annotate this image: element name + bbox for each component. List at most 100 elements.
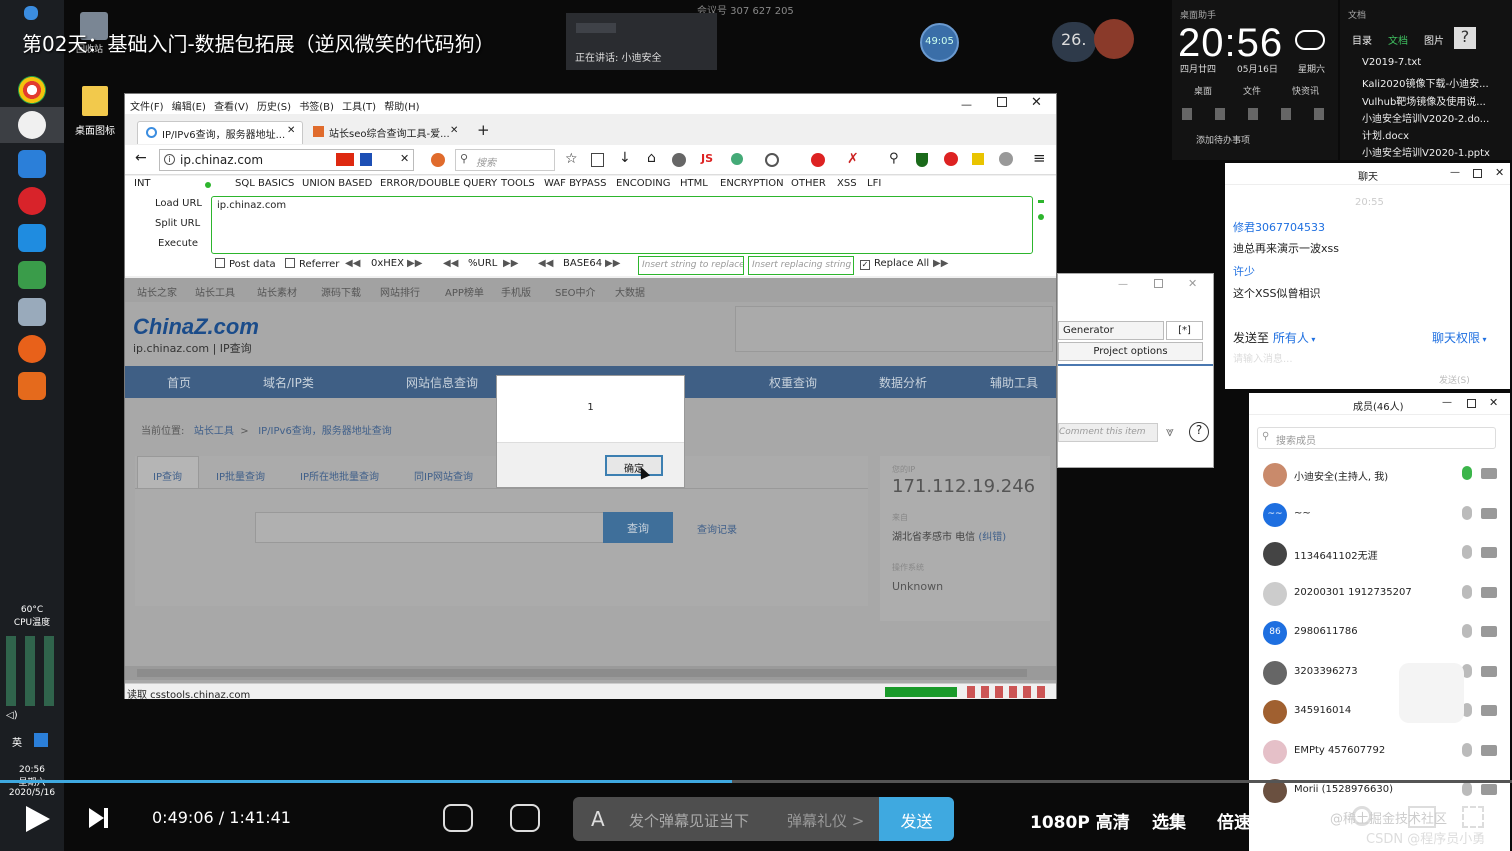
opera-icon[interactable]: [18, 187, 46, 215]
menu-help[interactable]: 帮助(H): [384, 98, 419, 113]
docs-tab-toc[interactable]: 目录: [1352, 32, 1372, 47]
member-row[interactable]: 小迪安全(主持人, 我): [1249, 455, 1510, 494]
close-button[interactable]: ✕: [1031, 95, 1042, 110]
menu-view[interactable]: 查看(V): [214, 98, 249, 113]
assistant-toolbar[interactable]: [1182, 108, 1332, 120]
url-decode-arrow[interactable]: ◀◀: [443, 258, 458, 269]
stop-icon[interactable]: ✕: [400, 152, 409, 165]
tab-seo-query[interactable]: 站长seo综合查询工具-爱...: [305, 121, 455, 144]
docs-tab-docs[interactable]: 文档: [1388, 32, 1408, 47]
docs-tab-images[interactable]: 图片: [1424, 32, 1444, 47]
next-icon[interactable]: [89, 808, 104, 828]
video-play-overlay-icon[interactable]: [1399, 663, 1464, 723]
hackbar-union-based[interactable]: UNION BASED: [302, 178, 372, 189]
chat-maximize[interactable]: [1473, 169, 1482, 178]
nav-data-analysis[interactable]: 数据分析: [879, 374, 927, 391]
burp-icon[interactable]: [18, 298, 46, 326]
top-link[interactable]: 站长之家: [137, 284, 177, 299]
desktop-folder-icon[interactable]: [82, 86, 108, 116]
replace-to-input[interactable]: Insert replacing string: [748, 256, 854, 275]
replace-from-input[interactable]: Insert string to replace: [638, 256, 744, 275]
member-search-input[interactable]: ⚲ 搜索成员: [1257, 427, 1496, 449]
danmu-settings-icon[interactable]: [510, 804, 540, 832]
win2-minimize[interactable]: —: [1118, 279, 1128, 290]
dropdown-icon[interactable]: ⩔: [1166, 424, 1174, 440]
add-todo[interactable]: 添加待办事项: [1196, 133, 1250, 146]
menu-bookmarks[interactable]: 书签(B): [299, 98, 334, 113]
notepad-icon[interactable]: [18, 261, 46, 289]
load-url-button[interactable]: Load URL: [155, 198, 202, 209]
zoom-icon[interactable]: ⚲: [889, 151, 899, 166]
nav-home[interactable]: 首页: [167, 374, 191, 391]
danmu-toggle-icon[interactable]: [443, 804, 473, 832]
member-row[interactable]: 1134641102无涯: [1249, 534, 1510, 573]
replace-all-checkbox[interactable]: ✓ Replace All: [860, 258, 929, 270]
bracket-button[interactable]: [*]: [1166, 321, 1203, 340]
chrome-icon[interactable]: [18, 76, 46, 104]
danmu-etiquette-link[interactable]: 弹幕礼仪 >: [787, 810, 864, 831]
hackbar-other[interactable]: OTHER: [791, 178, 826, 189]
camera-icon[interactable]: [1481, 665, 1497, 677]
status-icons[interactable]: [967, 686, 1047, 698]
member-row[interactable]: Morii (1528976630): [1249, 771, 1510, 810]
cloud-app-icon[interactable]: [18, 224, 46, 252]
camera-icon[interactable]: [1481, 547, 1497, 558]
hackbar-int-select[interactable]: INT: [134, 178, 151, 189]
hackbar-url-textarea[interactable]: ip.chinaz.com: [211, 196, 1033, 254]
tab-ip-query[interactable]: IP查询: [153, 468, 182, 483]
firefox-icon[interactable]: [18, 335, 46, 363]
danmu-input[interactable]: 发个弹幕见证当下: [629, 810, 749, 831]
info-icon[interactable]: i: [164, 154, 175, 165]
minimize-button[interactable]: —: [961, 98, 972, 111]
query-history-link[interactable]: 查询记录: [697, 521, 737, 536]
top-link[interactable]: 站长素材: [257, 284, 297, 299]
generator-button[interactable]: Generator: [1058, 321, 1164, 340]
chat-input[interactable]: 请输入消息...: [1233, 350, 1293, 365]
hackbar-error-double[interactable]: ERROR/DOUBLE QUERY: [380, 178, 497, 189]
doc-file-item[interactable]: Kali2020镜像下载-小迪安...: [1362, 75, 1489, 90]
horizontal-scrollbar[interactable]: [125, 666, 1056, 680]
nav-domain-ip[interactable]: 域名/IP类: [263, 374, 314, 391]
js-toggle-icon[interactable]: JS: [701, 152, 713, 165]
play-icon[interactable]: [26, 806, 50, 832]
foxyproxy-icon[interactable]: [999, 152, 1013, 166]
members-close[interactable]: ✕: [1489, 396, 1498, 409]
comment-input[interactable]: Comment this item: [1058, 423, 1158, 442]
hackbar-sql-basics[interactable]: SQL BASICS: [235, 178, 294, 189]
replace-arrow[interactable]: ▶▶: [933, 258, 948, 269]
microphone-icon[interactable]: [1462, 782, 1472, 796]
shield-icon[interactable]: [916, 153, 928, 167]
camera-icon[interactable]: [1481, 744, 1497, 756]
volume-icon[interactable]: ◁): [6, 710, 18, 721]
danmu-send-button[interactable]: 发送: [879, 797, 954, 841]
hackbar-waf-bypass[interactable]: WAF BYPASS: [544, 178, 606, 189]
translate-icon[interactable]: [731, 153, 743, 165]
addon-icon[interactable]: [431, 153, 445, 167]
doc-file-item[interactable]: 小迪安全培训V2020-2.do...: [1362, 110, 1489, 125]
recipient-select[interactable]: 所有人: [1273, 331, 1309, 345]
back-icon[interactable]: ←: [135, 150, 147, 166]
correct-link[interactable]: (纠错): [978, 532, 1006, 543]
chat-close[interactable]: ✕: [1495, 166, 1504, 179]
microphone-icon[interactable]: [1462, 742, 1472, 757]
win2-close[interactable]: ✕: [1188, 277, 1197, 290]
hackbar-xss[interactable]: XSS: [837, 178, 857, 189]
camera-icon[interactable]: [1481, 507, 1497, 519]
hackbar-lfi[interactable]: LFI: [867, 178, 881, 189]
hackbar-tools[interactable]: TOOLS: [501, 178, 535, 189]
split-url-button[interactable]: Split URL: [155, 218, 200, 229]
hex-decode-arrow[interactable]: ◀◀: [345, 258, 360, 269]
member-row[interactable]: 20200301 1912735207: [1249, 574, 1510, 613]
hackbar-encryption[interactable]: ENCRYPTION: [720, 178, 784, 189]
adblock-icon[interactable]: [811, 153, 825, 167]
note-icon[interactable]: [972, 153, 984, 165]
tab-ip-query[interactable]: IP/IPv6查询，服务器地址...: [137, 121, 303, 144]
input-language[interactable]: 英: [12, 734, 22, 749]
speed-button[interactable]: 倍速: [1217, 808, 1251, 833]
member-row[interactable]: 345916014: [1249, 692, 1510, 731]
url-encode-arrow[interactable]: ▶▶: [503, 258, 518, 269]
new-tab-button[interactable]: +: [477, 121, 490, 139]
hamburger-menu-icon[interactable]: ≡: [1033, 149, 1046, 167]
windows-start-icon[interactable]: [24, 6, 38, 20]
help-icon[interactable]: ?: [1189, 422, 1209, 442]
